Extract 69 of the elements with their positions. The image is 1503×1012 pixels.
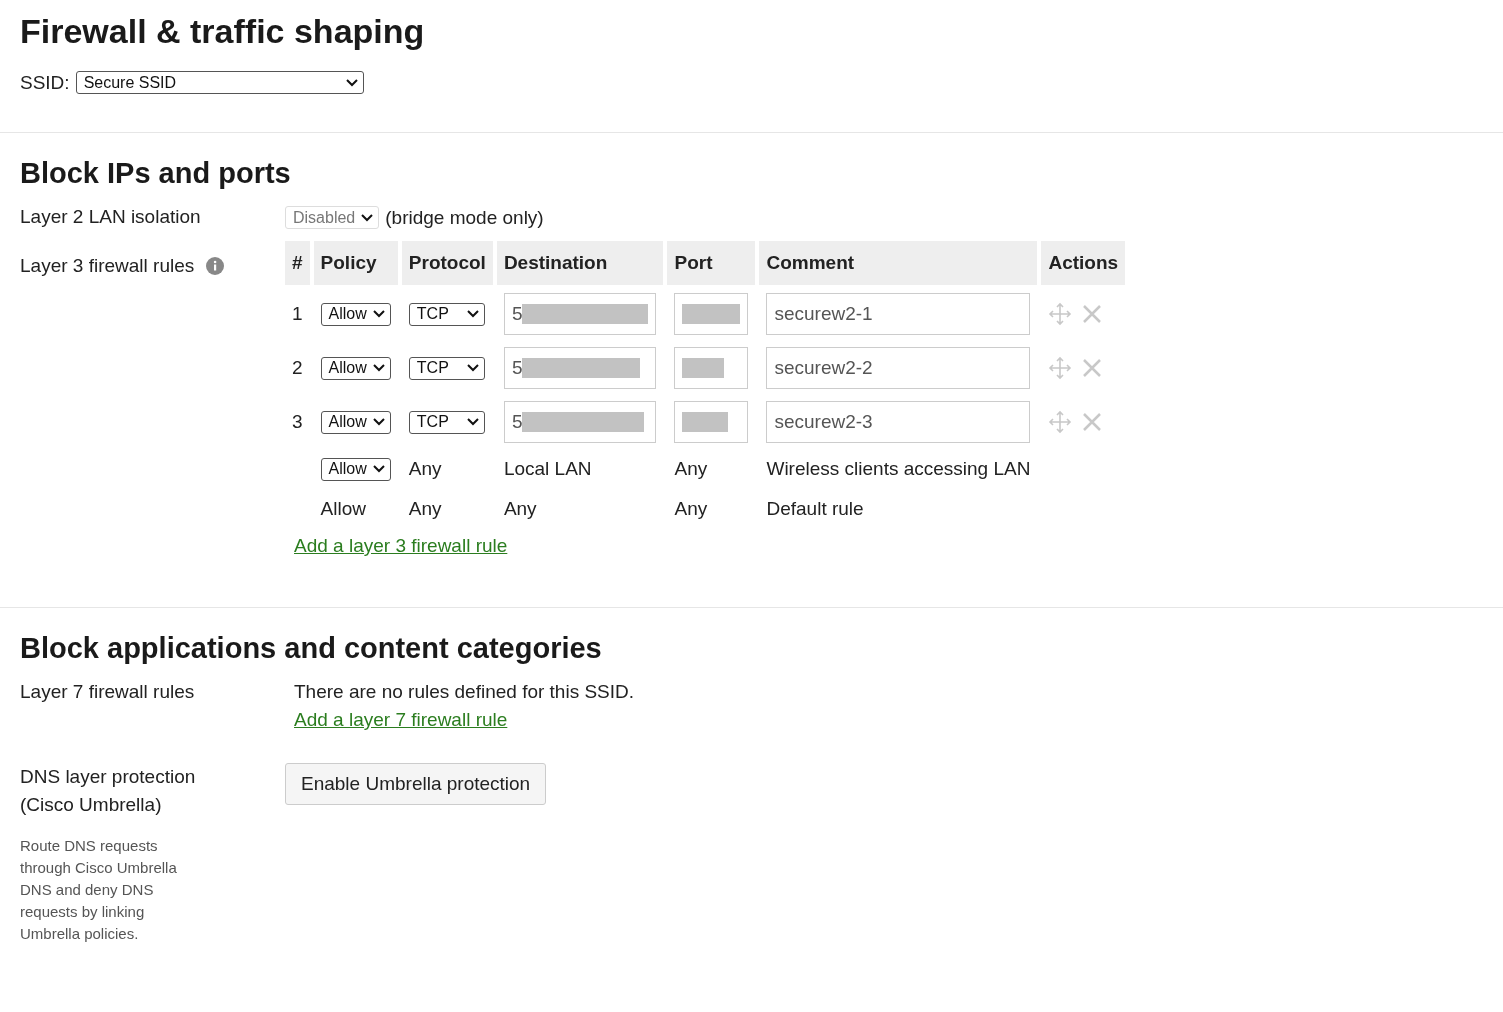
destination-input[interactable]: 5 (503, 293, 657, 335)
close-icon[interactable] (1082, 412, 1103, 432)
chevron-down-icon (466, 364, 479, 373)
column-header: Port (667, 241, 756, 285)
table-cell: Any (674, 458, 708, 479)
table-cell: Allow (320, 498, 366, 519)
column-header: Protocol (401, 241, 493, 285)
redaction-block (682, 358, 725, 378)
table-cell: Default rule (766, 498, 864, 519)
field-label: Layer 2 LAN isolation (20, 206, 202, 228)
chevron-down-icon (372, 465, 385, 474)
chevron-down-icon (345, 78, 358, 87)
column-header: Policy (313, 241, 398, 285)
comment-input[interactable]: securew2-1 (766, 293, 1031, 335)
page-title: Firewall & traffic shaping (20, 12, 426, 51)
column-header: Actions (1041, 241, 1126, 285)
redaction-block (682, 412, 729, 432)
table-cell: Wireless clients accessing LAN (766, 458, 1031, 479)
redaction-block (682, 304, 741, 324)
field-label: DNS layer protection (Cisco Umbrella) (20, 765, 197, 817)
close-icon[interactable] (1082, 358, 1103, 378)
port-input[interactable] (674, 347, 749, 389)
protocol-select[interactable]: TCP (408, 356, 485, 380)
destination-input[interactable]: 5 (503, 347, 657, 389)
add-rule-link[interactable]: Add a layer 7 firewall rule (294, 709, 508, 730)
table-cell-text: 1 (291, 302, 304, 326)
section-heading: Block IPs and ports (20, 157, 292, 190)
move-icon[interactable] (1048, 302, 1073, 326)
field-label: Layer 3 firewall rules (20, 255, 195, 277)
column-header: # (285, 241, 310, 285)
chevron-down-icon (361, 213, 374, 222)
table-cell: Any (503, 498, 537, 519)
table-cell: Any (408, 458, 442, 479)
table-cell: Local LAN (503, 458, 592, 479)
add-rule-link[interactable]: Add a layer 3 firewall rule (294, 535, 508, 556)
table-cell-text: 2 (291, 356, 304, 380)
chevron-down-icon (372, 418, 385, 427)
table-cell: Any (408, 498, 442, 519)
comment-input[interactable]: securew2-3 (766, 401, 1031, 443)
table-cell: Any (674, 498, 708, 519)
policy-select[interactable]: Allow (320, 356, 391, 380)
no-rules-message: There are no rules defined for this SSID. (294, 681, 636, 703)
chevron-down-icon (372, 364, 385, 373)
table-cell-text: 3 (291, 410, 304, 434)
info-icon[interactable] (206, 257, 225, 275)
section-heading: Block applications and content categories (20, 632, 603, 665)
port-input[interactable] (674, 293, 749, 335)
close-icon[interactable] (1082, 304, 1103, 324)
port-input[interactable] (674, 401, 749, 443)
move-icon[interactable] (1048, 410, 1073, 434)
dns-description: Route DNS requests through Cisco Umbrella DNS and deny DNS requests by linking Umbrella policies. (20, 836, 178, 944)
ssid-select[interactable]: Secure SSID (75, 71, 364, 94)
move-icon[interactable] (1048, 356, 1073, 380)
policy-select[interactable]: Allow (320, 302, 391, 326)
column-header: Comment (759, 241, 1038, 285)
protocol-select[interactable]: TCP (408, 302, 485, 326)
ssid-label: SSID: (20, 71, 70, 94)
chevron-down-icon (372, 310, 385, 319)
destination-input[interactable]: 5 (503, 401, 657, 443)
policy-select[interactable]: Allow (320, 410, 391, 434)
chevron-down-icon (466, 310, 479, 319)
comment-input[interactable]: securew2-2 (766, 347, 1031, 389)
policy-select[interactable]: Allow (320, 457, 391, 481)
chevron-down-icon (466, 418, 479, 427)
column-header: Destination (496, 241, 664, 285)
protocol-select[interactable]: TCP (408, 410, 485, 434)
enable-umbrella-button[interactable]: Enable Umbrella protection (285, 763, 547, 805)
bridge-mode-note: (bridge mode only) (385, 206, 544, 229)
field-label: Layer 7 firewall rules (20, 681, 196, 703)
